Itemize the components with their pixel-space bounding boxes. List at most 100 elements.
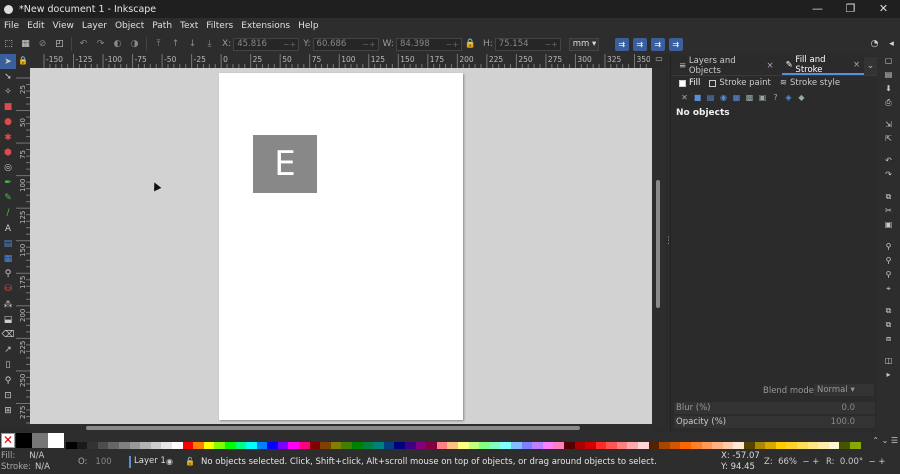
- menu-file[interactable]: File: [4, 21, 19, 31]
- palette-swatch[interactable]: [415, 442, 427, 449]
- opacity-field[interactable]: Opacity (%) 100.0: [674, 416, 875, 428]
- swatch-gray[interactable]: [32, 433, 48, 448]
- redo-icon[interactable]: ↷: [877, 168, 900, 182]
- palette-swatch[interactable]: [595, 442, 607, 449]
- guide-lock-icon[interactable]: 🔒: [16, 54, 30, 68]
- close-button[interactable]: ✕: [867, 0, 900, 18]
- current-layer[interactable]: Layer 1: [129, 456, 166, 468]
- pages-tool-icon[interactable]: ▯: [0, 358, 16, 373]
- pen-tool-icon[interactable]: ✒: [0, 176, 16, 191]
- deselect-icon[interactable]: ⊘: [35, 38, 50, 50]
- calligraphy-tool-icon[interactable]: ∕: [0, 206, 16, 221]
- swatch-black[interactable]: [16, 433, 32, 448]
- zoom-tool-icon[interactable]: ⚲: [0, 373, 16, 388]
- menu-object[interactable]: Object: [115, 21, 144, 31]
- radial-gradient-icon[interactable]: ◉: [717, 92, 730, 103]
- palette-swatch[interactable]: [118, 442, 130, 449]
- palette-swatch[interactable]: [457, 442, 469, 449]
- opacity-indicator[interactable]: O: 100: [78, 457, 112, 467]
- export-icon[interactable]: ⇱: [877, 132, 900, 146]
- unit-select[interactable]: mm ▾: [568, 37, 599, 51]
- palette-swatch[interactable]: [574, 442, 586, 449]
- palette-swatch[interactable]: [585, 442, 596, 449]
- palette-swatch[interactable]: [87, 442, 98, 449]
- pencil-tool-icon[interactable]: ✎: [0, 191, 16, 206]
- palette-swatch[interactable]: [532, 442, 543, 449]
- fill-stroke-indicator[interactable]: Fill: N/A Stroke: N/A: [1, 451, 50, 473]
- lpe-tool-icon[interactable]: ⊞: [0, 403, 16, 418]
- palette-swatch[interactable]: [214, 442, 225, 449]
- palette-swatch[interactable]: [140, 442, 151, 449]
- palette-swatch[interactable]: [691, 442, 702, 449]
- menu-extensions[interactable]: Extensions: [241, 21, 290, 31]
- palette-swatch[interactable]: [500, 442, 511, 449]
- palette-swatch[interactable]: [97, 442, 109, 449]
- palette-swatch[interactable]: [150, 442, 162, 449]
- palette-swatch[interactable]: [627, 442, 639, 449]
- lower-icon[interactable]: ↓: [185, 38, 200, 50]
- palette-swatch[interactable]: [638, 442, 649, 449]
- mesh-gradient-icon[interactable]: ▦: [730, 92, 743, 103]
- menu-path[interactable]: Path: [152, 21, 172, 31]
- menu-layer[interactable]: Layer: [82, 21, 107, 31]
- eraser-tool-icon[interactable]: ⌫: [0, 327, 16, 342]
- palette-swatch[interactable]: [373, 442, 384, 449]
- undo-icon[interactable]: ↶: [877, 154, 900, 168]
- text-tool-icon[interactable]: A: [0, 221, 16, 236]
- palette-swatch[interactable]: [447, 442, 458, 449]
- touch-select-icon[interactable]: ◰: [52, 38, 67, 50]
- palette-swatch[interactable]: [765, 442, 776, 449]
- palette-swatch[interactable]: [288, 442, 300, 449]
- tab-layers-objects[interactable]: ≡ Layers and Objects ×: [675, 56, 778, 76]
- swatch-icon[interactable]: ▣: [756, 92, 769, 103]
- palette-swatch[interactable]: [807, 442, 819, 449]
- palette-swatch[interactable]: [796, 442, 808, 449]
- flip-vertical-icon[interactable]: ◑: [127, 38, 142, 50]
- group-icon[interactable]: ◫: [877, 354, 900, 368]
- palette-swatch[interactable]: [66, 442, 77, 449]
- menu-text[interactable]: Text: [180, 21, 198, 31]
- palette-swatch[interactable]: [606, 442, 617, 449]
- palette-swatch[interactable]: [828, 442, 840, 449]
- rotate-ccw-icon[interactable]: ↶: [76, 38, 91, 50]
- menu-help[interactable]: Help: [298, 21, 319, 31]
- flat-color-icon[interactable]: ■: [691, 92, 704, 103]
- close-tab-icon[interactable]: ×: [766, 61, 773, 71]
- node-tool-icon[interactable]: ➘: [0, 69, 16, 84]
- palette-swatch[interactable]: [352, 442, 363, 449]
- minimize-button[interactable]: —: [801, 0, 834, 18]
- copy-icon[interactable]: ⧉: [877, 190, 900, 204]
- blend-mode-select[interactable]: Normal ▾: [814, 384, 874, 396]
- connector-tool-icon[interactable]: ↗: [0, 343, 16, 358]
- snap-menu-icon[interactable]: ◂: [884, 38, 899, 50]
- w-field[interactable]: W: 84.398 −+: [383, 37, 462, 51]
- text-object[interactable]: E: [253, 135, 317, 193]
- lock-ratio-icon[interactable]: 🔒: [463, 38, 478, 50]
- palette-swatch[interactable]: [754, 442, 766, 449]
- palette-swatch[interactable]: [722, 442, 734, 449]
- gradient-tool-icon[interactable]: ▤: [0, 236, 16, 251]
- blur-field[interactable]: Blur (%) 0.0: [674, 402, 875, 414]
- fill-rule-nonzero-icon[interactable]: ◆: [795, 92, 808, 103]
- star-tool-icon[interactable]: ✱: [0, 130, 16, 145]
- palette-swatch[interactable]: [171, 442, 183, 449]
- palette-swatch[interactable]: [426, 442, 437, 449]
- no-paint-icon[interactable]: ✕: [678, 92, 691, 103]
- swatch-strip[interactable]: [66, 442, 861, 449]
- palette-swatch[interactable]: [680, 442, 692, 449]
- dock-menu-chevron-icon[interactable]: ⌄: [864, 57, 877, 75]
- more-commands-icon[interactable]: ▸: [877, 368, 900, 382]
- zoom-selection-icon[interactable]: ⚲: [877, 240, 900, 254]
- spray-tool-icon[interactable]: ⁂: [0, 297, 16, 312]
- palette-swatch[interactable]: [616, 442, 628, 449]
- palette-swatch[interactable]: [849, 442, 861, 449]
- unlink-clone-icon[interactable]: ⧈: [877, 332, 900, 346]
- close-tab-icon[interactable]: ×: [853, 60, 860, 70]
- palette-swatch[interactable]: [521, 442, 533, 449]
- palette-swatch[interactable]: [383, 442, 395, 449]
- x-field[interactable]: X: 45.816 −+: [222, 37, 300, 51]
- subtab-fill[interactable]: Fill: [679, 78, 700, 88]
- zoom-page-icon[interactable]: ⚲: [877, 268, 900, 282]
- palette-swatch[interactable]: [108, 442, 119, 449]
- palette-swatch[interactable]: [76, 442, 88, 449]
